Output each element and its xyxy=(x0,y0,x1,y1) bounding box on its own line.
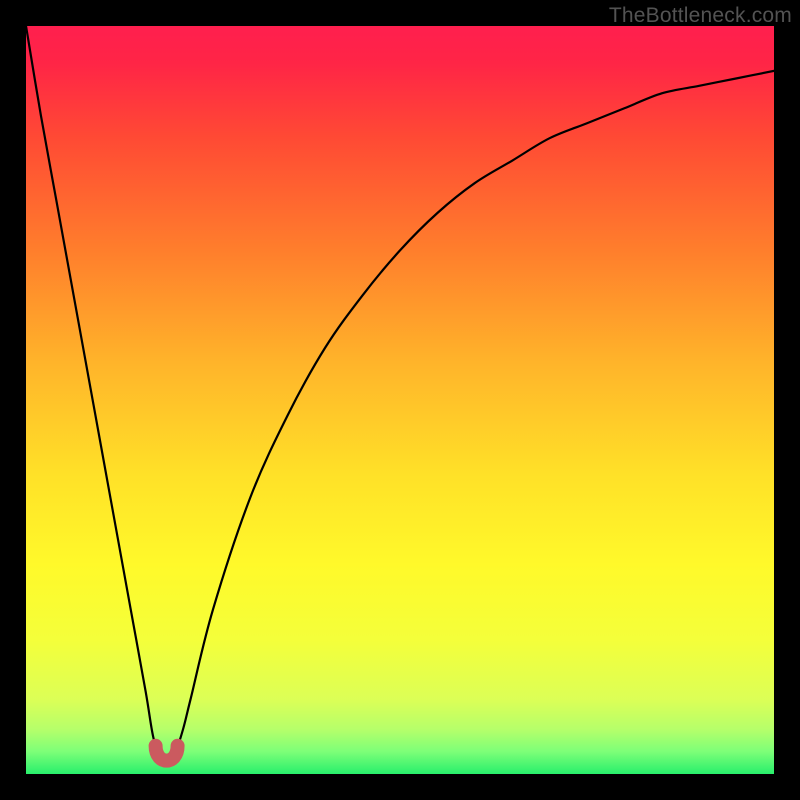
plot-area xyxy=(26,26,774,774)
watermark-text: TheBottleneck.com xyxy=(609,4,792,28)
optimal-marker xyxy=(26,26,774,774)
chart-frame: TheBottleneck.com xyxy=(0,0,800,800)
